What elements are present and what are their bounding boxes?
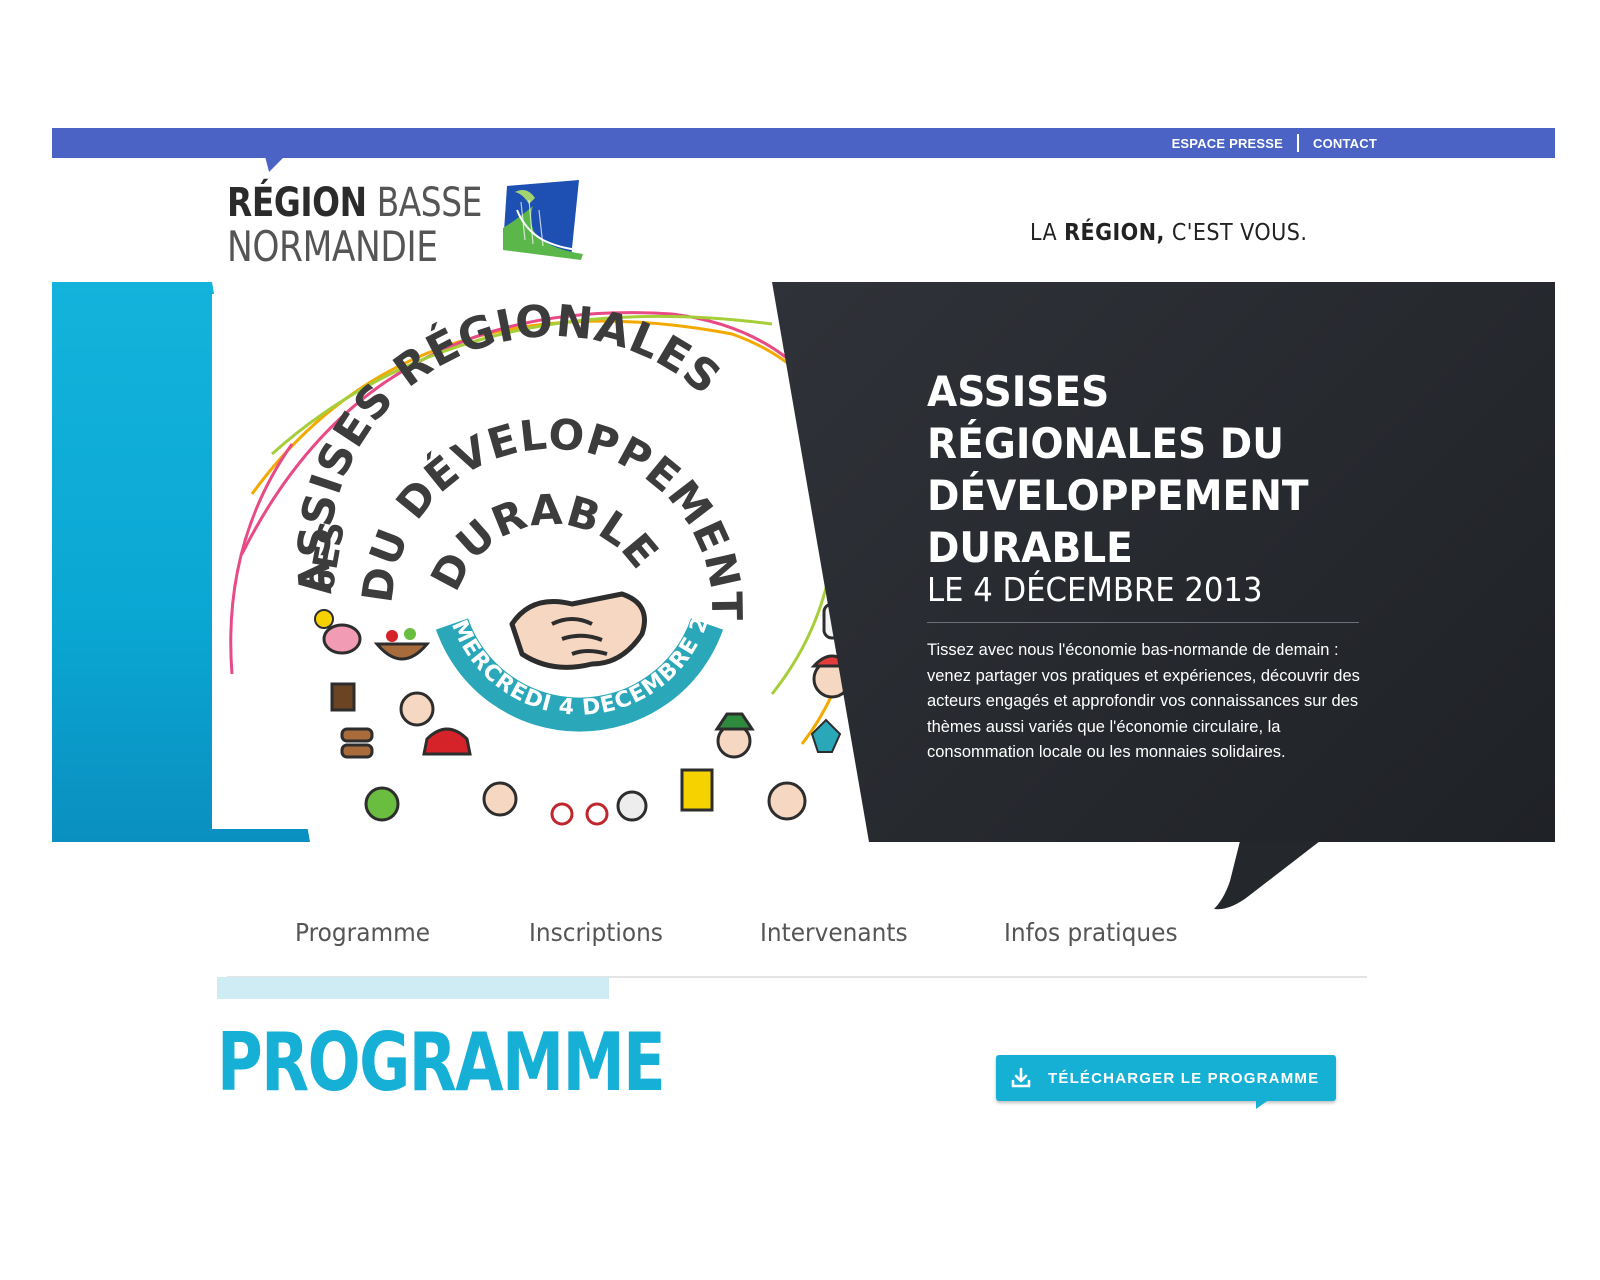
hero-description: Tissez avec nous l'économie bas-normande… xyxy=(927,641,1360,761)
hero-date: LE 4 DÉCEMBRE 2013 xyxy=(927,570,1263,609)
hero-title: ASSISES RÉGIONALES DU DÉVELOPPEMENT DURA… xyxy=(927,367,1309,572)
contact-link[interactable]: CONTACT xyxy=(1313,136,1377,151)
section-title: PROGRAMME xyxy=(217,1016,666,1109)
tagline-bold: RÉGION, xyxy=(1064,220,1165,246)
logo-basse-text: BASSE xyxy=(376,180,483,226)
logo-normandie-text: NORMANDIE xyxy=(227,222,438,271)
tagline-prefix: LA xyxy=(1030,220,1065,246)
tagline-suffix: C'EST VOUS. xyxy=(1164,220,1308,246)
page: ESPACE PRESSE CONTACT RÉGION BASSE NORMA… xyxy=(52,128,1555,1158)
hero-divider xyxy=(927,622,1359,623)
site-logo[interactable]: RÉGION BASSE NORMANDIE xyxy=(227,180,647,271)
site-tagline: LA RÉGION, C'EST VOUS. xyxy=(1030,220,1307,246)
section-nav: Programme Inscriptions Intervenants Info… xyxy=(227,908,1367,978)
nav-programme[interactable]: Programme xyxy=(295,918,430,947)
top-bar-notch xyxy=(259,156,285,172)
event-poster-illustration: ASSISES RÉGIONALES DU DÉVELOPPEMENT DURA… xyxy=(212,294,872,829)
nav-inscriptions[interactable]: Inscriptions xyxy=(529,918,663,947)
logo-line1: RÉGION BASSE xyxy=(227,180,482,226)
press-link[interactable]: ESPACE PRESSE xyxy=(1172,136,1283,151)
speech-pointer-shape xyxy=(1214,841,1320,910)
nav-active-indicator xyxy=(217,977,609,999)
top-links-separator xyxy=(1297,134,1300,152)
download-icon xyxy=(1011,1067,1031,1088)
hero-banner: ASSISES RÉGIONALES DU DÉVELOPPEMENT DURA… xyxy=(52,282,1555,842)
download-program-label: TÉLÉCHARGER LE PROGRAMME xyxy=(1048,1069,1320,1087)
top-links: ESPACE PRESSE CONTACT xyxy=(1172,128,1377,158)
logo-region-text: RÉGION xyxy=(227,180,367,226)
region-logo-mark-icon xyxy=(503,180,583,260)
download-program-button[interactable]: TÉLÉCHARGER LE PROGRAMME xyxy=(996,1055,1336,1101)
nav-infos-pratiques[interactable]: Infos pratiques xyxy=(1004,918,1178,947)
download-button-notch xyxy=(1256,1099,1270,1109)
nav-intervenants[interactable]: Intervenants xyxy=(760,918,908,947)
event-poster-image: ASSISES RÉGIONALES DU DÉVELOPPEMENT DURA… xyxy=(212,294,872,829)
top-bar: ESPACE PRESSE CONTACT xyxy=(52,128,1555,158)
